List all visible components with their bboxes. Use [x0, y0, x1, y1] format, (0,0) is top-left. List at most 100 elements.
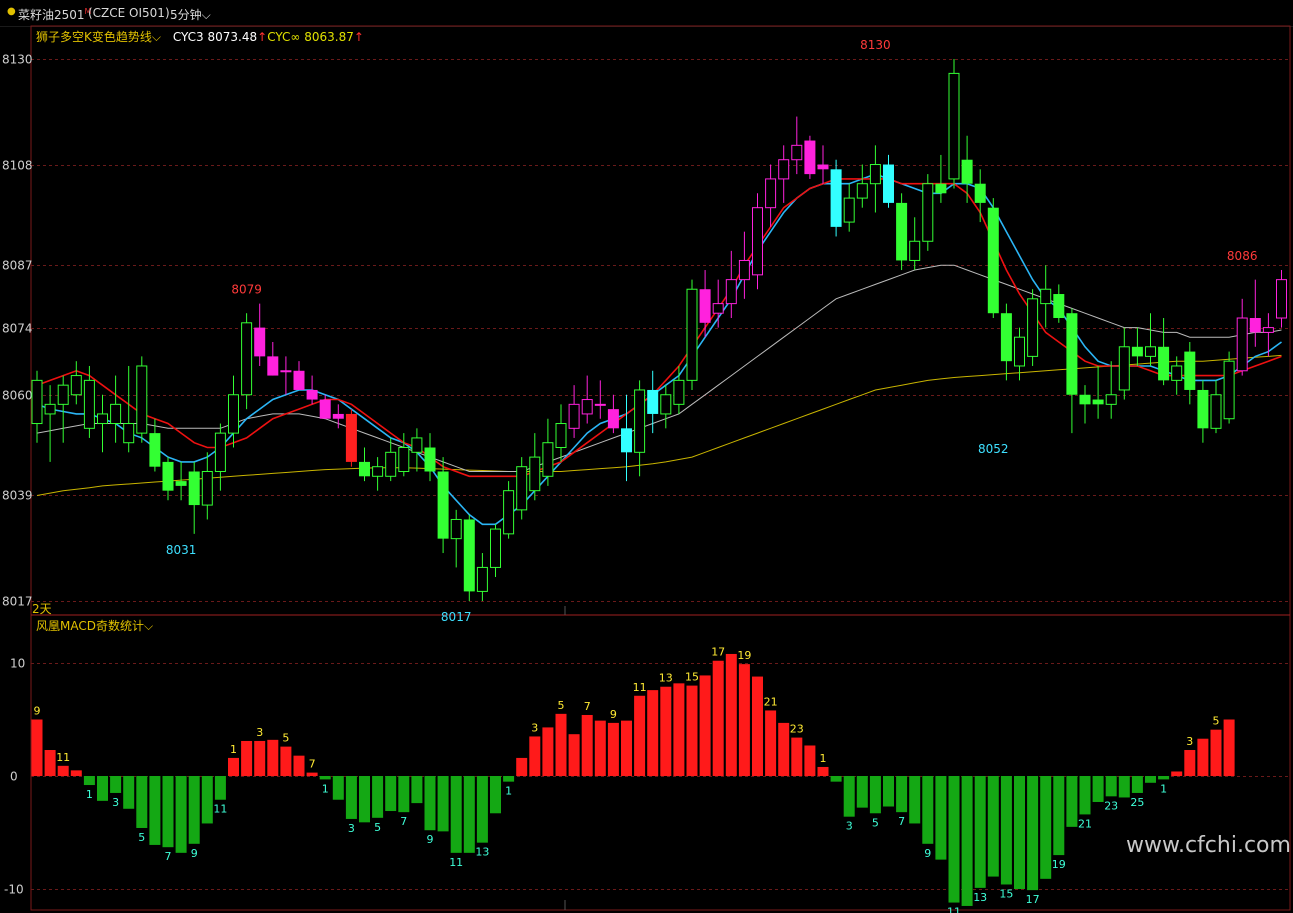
candle-body — [228, 394, 239, 434]
price-extreme-label: 8052 — [978, 442, 1009, 456]
candle-body — [1092, 399, 1104, 405]
candlestick — [869, 145, 881, 213]
candlestick — [123, 365, 135, 453]
candlestick — [1197, 380, 1209, 443]
candle-body — [83, 379, 95, 429]
macd-tick-label: 0 — [10, 770, 18, 784]
macd-bar — [987, 776, 999, 877]
sub-indicator-title[interactable]: 风凰MACD奇数统计⌵ — [36, 617, 153, 634]
candlestick — [987, 198, 999, 319]
macd-count-label: 5 — [558, 699, 565, 712]
candlestick — [31, 370, 43, 443]
up-arrow-icon: ↑ — [257, 30, 268, 44]
macd-bar — [869, 776, 881, 814]
candle-body — [162, 461, 174, 491]
candlestick — [686, 279, 698, 390]
candle-body — [621, 428, 632, 453]
candle-body — [896, 202, 908, 261]
candlestick — [503, 481, 515, 539]
macd-bar — [529, 736, 541, 776]
candlestick — [1053, 284, 1065, 323]
candlestick — [411, 428, 423, 472]
price-annotations: 8079 8031 8017 8130 8052 8086 — [166, 38, 1258, 624]
macd-bar — [490, 776, 501, 814]
main-indicator-title[interactable]: 狮子多空K变色趋势线⌵ CYC3 8073.48↑CYC∞ 8063.87↑ — [36, 28, 364, 45]
macd-bar — [555, 713, 567, 776]
candle-body — [843, 197, 855, 223]
macd-bar — [961, 776, 973, 906]
candle-body — [70, 375, 82, 396]
macd-count-label: 7 — [400, 815, 407, 828]
macd-bar — [201, 776, 213, 824]
candle-body — [293, 370, 305, 390]
candlestick — [725, 250, 737, 319]
macd-count-label: 9 — [191, 847, 198, 860]
candle-body — [673, 379, 685, 405]
candle-body — [1105, 394, 1117, 405]
candle-body — [503, 490, 515, 535]
candle-body — [909, 240, 921, 261]
macd-count-label: 9 — [427, 833, 434, 846]
candle-body — [686, 288, 698, 381]
candlestick — [581, 375, 593, 424]
macd-count-label: 15 — [999, 887, 1013, 900]
candlestick — [1092, 365, 1104, 419]
candle-body — [424, 447, 436, 472]
macd-bar — [778, 722, 790, 776]
macd-bar — [110, 776, 122, 793]
candle-body — [1027, 298, 1039, 357]
macd-bar — [44, 750, 56, 776]
candlestick — [529, 433, 541, 501]
candle-body — [961, 159, 973, 184]
candlestick — [804, 135, 816, 179]
candle-body — [44, 403, 56, 415]
macd-count-label: 13 — [973, 891, 987, 904]
candlestick — [1000, 303, 1012, 381]
macd-count-label: 3 — [531, 721, 538, 734]
candlestick — [267, 341, 279, 376]
candle-body — [1131, 346, 1143, 357]
candlestick — [935, 154, 947, 203]
macd-count-label: 1 — [322, 782, 329, 795]
candle-body — [1184, 351, 1196, 390]
candlestick — [1171, 356, 1183, 395]
macd-count-label: 5 — [138, 831, 145, 844]
candle-body — [188, 471, 200, 506]
macd-bar — [1079, 776, 1091, 815]
macd-bar — [883, 776, 894, 807]
macd-count-label: 7 — [898, 815, 905, 828]
candle-body — [359, 461, 370, 477]
cyc3-readout: CYC3 8073.48↑ — [173, 30, 267, 44]
macd-bar — [791, 737, 803, 776]
up-arrow-icon: ↑ — [353, 30, 364, 44]
macd-bar — [280, 746, 292, 776]
macd-bar — [1223, 719, 1235, 776]
macd-bar — [123, 776, 135, 809]
candlestick — [214, 423, 226, 491]
candle-body — [57, 384, 69, 405]
macd-bar — [437, 776, 449, 832]
price-extreme-label: 8130 — [860, 38, 891, 52]
candle-body — [778, 159, 790, 180]
macd-count-label: 21 — [1078, 817, 1092, 830]
range-days-label: 2天 — [32, 602, 52, 616]
candlestick — [188, 461, 200, 534]
candlestick — [896, 193, 908, 271]
kline-chart[interactable]: 8130 8108 8087 8074 8060 8039 8017 8079 8031 801… — [0, 0, 1293, 913]
macd-bar — [1210, 729, 1222, 776]
candle-body — [175, 481, 187, 486]
candlestick — [1040, 265, 1052, 328]
macd-count-label: 21 — [764, 695, 778, 708]
candle-body — [922, 183, 934, 242]
macd-count-label: 1 — [820, 752, 827, 765]
macd-bar — [319, 776, 331, 780]
candlestick — [175, 461, 187, 501]
candlestick — [1079, 385, 1091, 424]
macd-count-label: 11 — [449, 856, 463, 869]
macd-bar — [843, 776, 855, 817]
macd-bar — [188, 776, 200, 844]
macd-count-label: 9 — [34, 705, 41, 718]
macd-bar — [804, 745, 816, 776]
candlestick — [372, 457, 384, 491]
macd-tick-label: -10 — [4, 883, 24, 897]
